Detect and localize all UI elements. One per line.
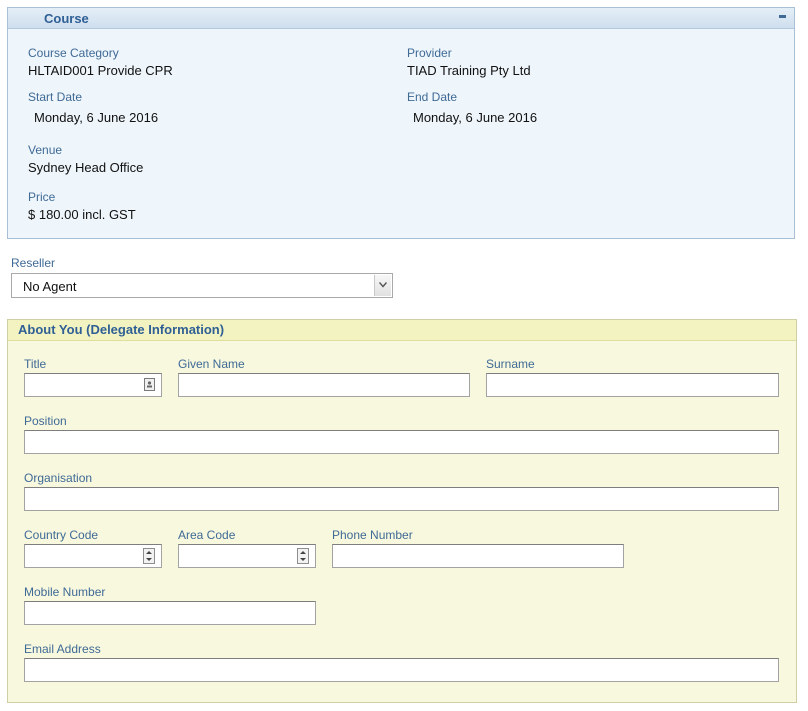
venue-label: Venue <box>28 143 63 157</box>
reseller-label: Reseller <box>11 256 56 270</box>
collapse-icon[interactable] <box>779 15 786 18</box>
reseller-select[interactable]: No Agent <box>11 273 393 298</box>
spinner-icon[interactable] <box>297 548 309 564</box>
surname-label: Surname <box>486 357 535 371</box>
email-address-label: Email Address <box>24 642 101 656</box>
title-input[interactable] <box>24 373 162 397</box>
given-name-label: Given Name <box>178 357 245 371</box>
title-label: Title <box>24 357 47 371</box>
end-date-field: End Date Monday, 6 June 2016 <box>407 90 537 125</box>
area-code-label: Area Code <box>178 528 236 542</box>
course-category-field: Course Category HLTAID001 Provide CPR <box>28 46 173 78</box>
start-date-label: Start Date <box>28 90 83 104</box>
mobile-number-label: Mobile Number <box>24 585 106 599</box>
course-panel-title: Course <box>44 11 89 26</box>
course-panel-header[interactable]: Course <box>8 8 794 29</box>
course-panel: Course Course Category HLTAID001 Provide… <box>7 7 795 239</box>
provider-value: TIAD Training Pty Ltd <box>407 63 531 78</box>
given-name-input[interactable] <box>178 373 470 397</box>
price-field: Price $ 180.00 incl. GST <box>28 190 136 222</box>
organisation-input[interactable] <box>24 487 779 511</box>
chevron-down-icon[interactable] <box>374 275 391 296</box>
price-value: $ 180.00 incl. GST <box>28 207 136 222</box>
about-you-title: About You (Delegate Information) <box>18 322 225 337</box>
provider-label: Provider <box>407 46 452 60</box>
area-code-input[interactable] <box>178 544 316 568</box>
reseller-selected-value: No Agent <box>23 279 77 294</box>
position-label: Position <box>24 414 67 428</box>
phone-number-label: Phone Number <box>332 528 413 542</box>
about-you-panel: About You (Delegate Information) Title G… <box>7 319 797 703</box>
end-date-value: Monday, 6 June 2016 <box>413 110 538 125</box>
surname-input[interactable] <box>486 373 779 397</box>
organisation-label: Organisation <box>24 471 93 485</box>
about-you-header: About You (Delegate Information) <box>8 320 796 341</box>
mobile-number-input[interactable] <box>24 601 316 625</box>
course-category-value: HLTAID001 Provide CPR <box>28 63 173 78</box>
position-input[interactable] <box>24 430 779 454</box>
country-code-label: Country Code <box>24 528 99 542</box>
course-category-label: Course Category <box>28 46 119 60</box>
country-code-input[interactable] <box>24 544 162 568</box>
provider-field: Provider TIAD Training Pty Ltd <box>407 46 531 78</box>
phone-number-input[interactable] <box>332 544 624 568</box>
venue-field: Venue Sydney Head Office <box>28 143 143 175</box>
venue-value: Sydney Head Office <box>28 160 144 175</box>
price-label: Price <box>28 190 56 204</box>
email-address-input[interactable] <box>24 658 779 682</box>
start-date-field: Start Date Monday, 6 June 2016 <box>28 90 158 125</box>
end-date-label: End Date <box>407 90 458 104</box>
contact-card-icon[interactable] <box>144 378 155 391</box>
start-date-value: Monday, 6 June 2016 <box>34 110 159 125</box>
spinner-icon[interactable] <box>143 548 155 564</box>
